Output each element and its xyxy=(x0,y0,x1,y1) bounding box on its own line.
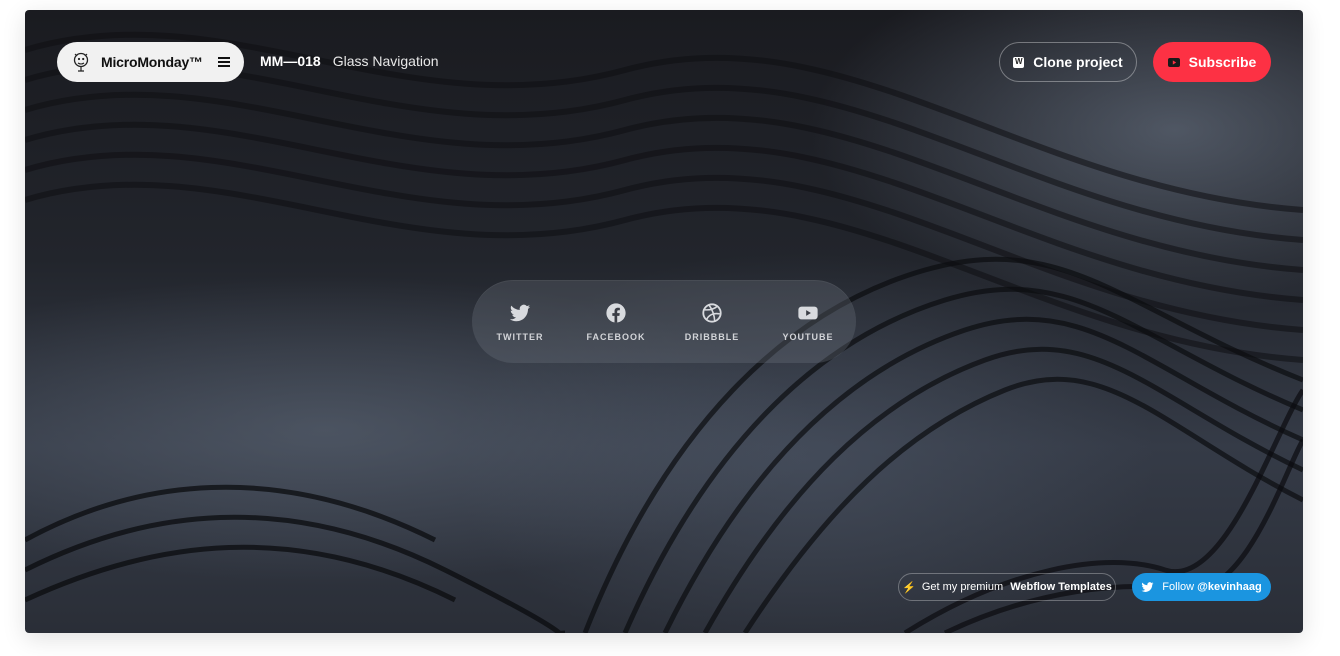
youtube-icon xyxy=(1167,57,1180,67)
promo-prefix: Get my premium xyxy=(921,581,1004,593)
clone-project-label: Clone project xyxy=(1033,54,1123,70)
follow-handle: @kevinhaag xyxy=(1197,581,1262,593)
brand-pill[interactable]: MicroMonday™ xyxy=(57,42,244,82)
nav-item-facebook[interactable]: FACEBOOK xyxy=(568,302,664,342)
nav-item-twitter[interactable]: TWITTER xyxy=(472,302,568,342)
twitter-icon xyxy=(509,304,531,321)
nav-label-dribbble: DRIBBBLE xyxy=(684,331,740,342)
nav-label-facebook: FACEBOOK xyxy=(586,331,646,342)
follow-prefix: Follow xyxy=(1162,581,1195,593)
youtube-icon xyxy=(798,306,818,319)
nav-item-dribbble[interactable]: DRIBBBLE xyxy=(664,302,760,342)
dribbble-icon xyxy=(702,302,722,323)
hero-frame: MicroMonday™ MM—018 Glass Navigation W C… xyxy=(25,10,1303,633)
brand-logo-icon xyxy=(73,52,89,72)
nav-item-youtube[interactable]: YOUTUBE xyxy=(760,302,856,342)
twitter-bird-icon xyxy=(1141,581,1154,592)
episode-code: MM—018 xyxy=(260,53,321,69)
follow-twitter-button[interactable]: Follow @kevinhaag xyxy=(1132,573,1271,601)
lightning-bolt-icon: ⚡ xyxy=(902,581,916,594)
facebook-icon xyxy=(606,302,626,323)
clone-project-button[interactable]: W Clone project xyxy=(999,42,1137,82)
nav-label-youtube: YOUTUBE xyxy=(782,331,834,342)
webflow-icon: W xyxy=(1013,56,1025,68)
episode-name: Glass Navigation xyxy=(332,53,439,69)
subscribe-label: Subscribe xyxy=(1188,54,1257,70)
episode-title: MM—018 Glass Navigation xyxy=(260,53,439,69)
brand-name: MicroMonday™ xyxy=(101,54,203,70)
subscribe-button[interactable]: Subscribe xyxy=(1153,42,1271,82)
premium-templates-link[interactable]: ⚡ Get my premium Webflow Templates xyxy=(898,573,1116,601)
promo-bold: Webflow Templates xyxy=(1010,581,1112,593)
nav-label-twitter: TWITTER xyxy=(496,331,544,342)
hamburger-menu-icon[interactable] xyxy=(218,57,230,67)
glass-navigation: TWITTER FACEBOOK DRIBBBLE YOUTUBE xyxy=(472,280,856,363)
